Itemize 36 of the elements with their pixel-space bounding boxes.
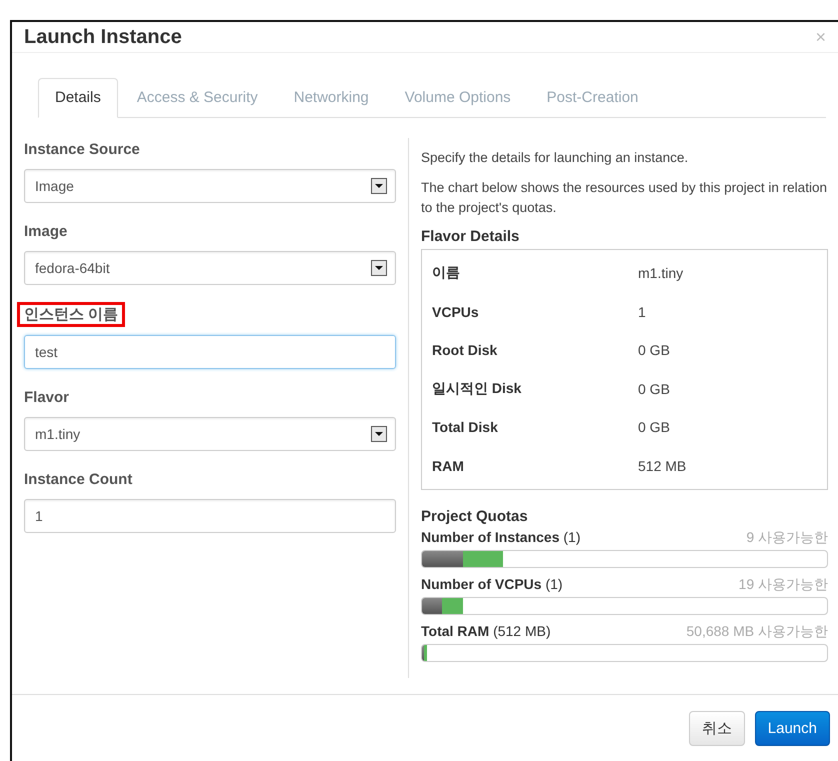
description-text: Specify the details for launching an instance. <box>421 149 690 167</box>
description-text: The chart below shows the resources used by this project in relation to the project's quotas. <box>421 179 828 217</box>
quota-label: Number of Instances (1) <box>421 529 580 547</box>
input-field[interactable]: 1 <box>24 499 396 533</box>
table-cell-text: Total Disk <box>432 419 499 436</box>
table-cell: 512 MB <box>638 458 686 474</box>
select-field[interactable]: m1.tiny <box>24 417 396 451</box>
section-heading: Flavor Details <box>421 228 520 245</box>
table-cell-text: VCPUs <box>432 304 480 320</box>
table-cell: 0 GB <box>638 380 670 397</box>
table-cell: 0 GB <box>638 419 670 436</box>
field-label: Instance Count <box>23 470 134 490</box>
input-field[interactable]: test <box>24 335 396 369</box>
table-cell-text: RAM <box>432 458 465 474</box>
cancel-button[interactable]: 취소 <box>688 711 745 746</box>
dialog-title: Launch Instance <box>24 26 182 48</box>
table-cell-text: 이름 <box>432 264 461 282</box>
quota-available: 50,688 MB 사용가능한 <box>686 623 828 641</box>
quota-label: Total RAM (512 MB) <box>421 623 551 641</box>
table-cell: 1 <box>638 304 646 320</box>
table-cell: m1.tiny <box>638 265 684 282</box>
field-label: Flavor <box>23 388 70 408</box>
field-label: Instance Source <box>23 140 141 160</box>
select-field[interactable]: Image <box>24 169 396 203</box>
quota-label: Number of VCPUs (1) <box>421 576 563 594</box>
quota-available: 9 사용가능한 <box>746 529 828 547</box>
launch-button[interactable]: Launch <box>754 711 830 746</box>
field-label: 인스턴스 이름 <box>17 302 126 327</box>
table-cell: 0 GB <box>638 342 670 358</box>
table-cell-text: 일시적인 Disk <box>432 380 522 398</box>
field-label: Image <box>23 222 68 242</box>
table-cell-text: Root Disk <box>432 342 498 358</box>
quota-available: 19 사용가능한 <box>738 576 828 594</box>
tab[interactable]: Details <box>38 78 118 118</box>
select-field[interactable]: fedora-64bit <box>24 251 396 285</box>
section-heading: Project Quotas <box>421 508 529 525</box>
